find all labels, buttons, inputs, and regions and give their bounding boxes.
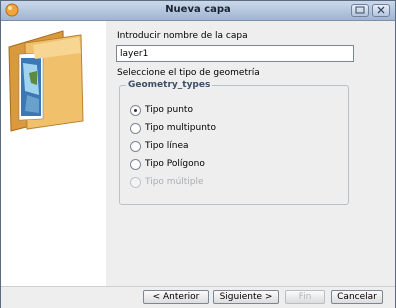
layer-name-input[interactable]	[116, 45, 354, 62]
back-button[interactable]: < Anterior	[143, 290, 209, 304]
radio-icon	[130, 159, 141, 170]
radio-icon	[130, 123, 141, 134]
geometry-types-group: Geometry_types Tipo punto Tipo multipunt…	[119, 80, 349, 205]
window-title: Nueva capa	[165, 4, 231, 15]
maximize-button[interactable]	[351, 4, 369, 17]
title-bar[interactable]: Nueva capa	[1, 1, 395, 21]
cancel-button[interactable]: Cancelar	[331, 290, 383, 304]
close-button[interactable]	[372, 4, 390, 17]
finish-button: Fin	[285, 290, 325, 304]
geometry-type-label: Seleccione el tipo de geometría	[117, 68, 260, 78]
group-title: Geometry_types	[126, 80, 213, 90]
radio-icon	[130, 141, 141, 152]
maximize-icon	[355, 6, 365, 14]
button-bar: < Anterior Siguiente > Fin Cancelar	[1, 286, 395, 308]
radio-selected-icon	[130, 105, 141, 116]
close-icon	[377, 6, 385, 14]
wizard-content: Introducir nombre de la capa Seleccione …	[107, 21, 395, 286]
radio-disabled-icon	[130, 177, 141, 188]
next-button[interactable]: Siguiente >	[213, 290, 279, 304]
layer-name-label: Introducir nombre de la capa	[117, 31, 248, 41]
folder-illustration	[8, 30, 84, 132]
wizard-image-panel	[1, 21, 106, 286]
wizard-window: Nueva capa Introducir nombre de la capa …	[0, 0, 396, 308]
